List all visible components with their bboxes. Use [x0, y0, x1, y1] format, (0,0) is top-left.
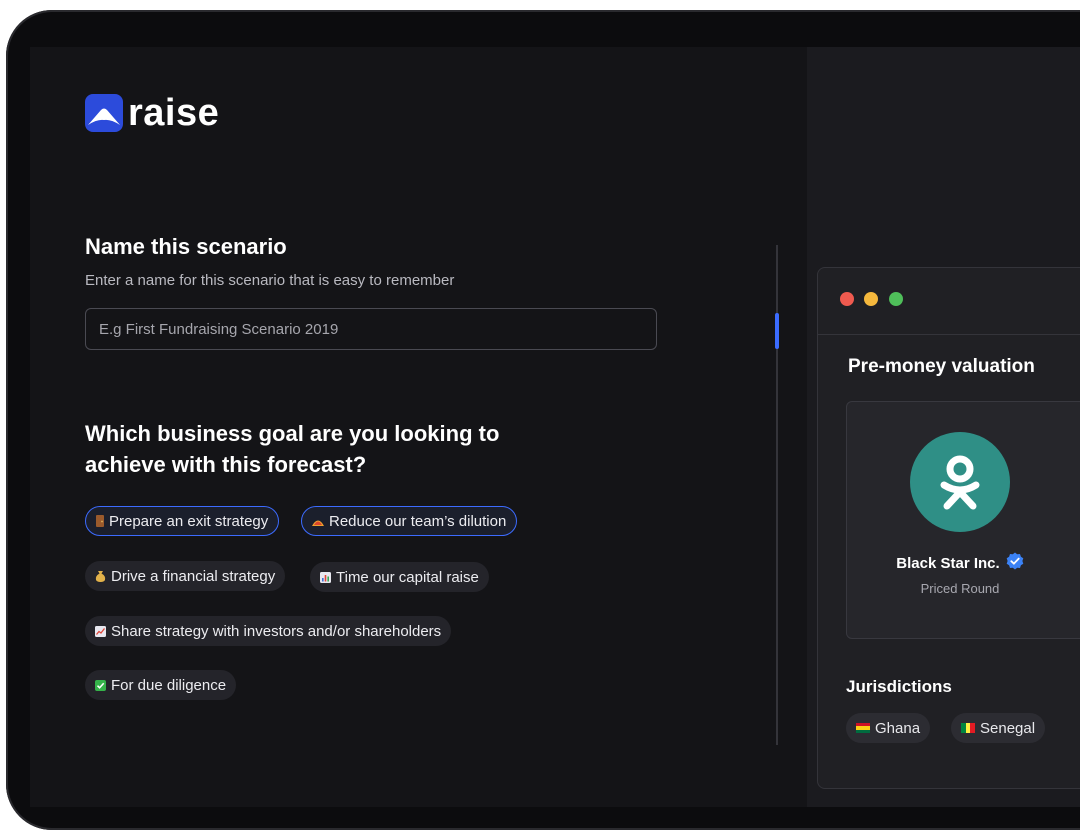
- goal-option-exit-strategy[interactable]: Prepare an exit strategy: [85, 506, 280, 536]
- preview-title: Pre-money valuation: [848, 356, 1035, 377]
- goal-option-reduce-dilution[interactable]: Reduce our team’s dilution: [301, 506, 518, 536]
- chart-increasing-icon: [95, 625, 106, 637]
- senegal-flag-icon: [961, 723, 976, 733]
- door-icon: [96, 515, 104, 527]
- goals-title: Which business goal are you looking to a…: [85, 421, 500, 477]
- goal-option-label: Drive a financial strategy: [111, 567, 276, 585]
- company-name: Black Star Inc.: [847, 552, 1073, 574]
- goal-option-label: Share strategy with investors and/or sha…: [111, 622, 442, 640]
- jurisdiction-tag-ghana[interactable]: Ghana: [846, 713, 931, 743]
- form-scrollbar-thumb[interactable]: [775, 313, 779, 349]
- scenario-name-input[interactable]: E.g First Fundraising Scenario 2019: [85, 308, 657, 350]
- form-pane: raise Name this scenario Enter a name fo…: [30, 47, 807, 807]
- company-card: Black Star Inc. Priced Round: [846, 401, 1080, 639]
- raise-logo-icon: [85, 94, 123, 132]
- scenario-subtitle: Enter a name for this scenario that is e…: [85, 272, 455, 289]
- bar-chart-icon: [320, 571, 331, 583]
- check-mark-icon: [95, 679, 106, 691]
- raise-logo: raise: [85, 94, 219, 132]
- minimize-window-icon[interactable]: [864, 292, 878, 306]
- verified-badge-icon: [1006, 552, 1024, 574]
- goal-option-label: Prepare an exit strategy: [109, 512, 269, 530]
- goal-option-label: For due diligence: [111, 676, 227, 694]
- taco-icon: [312, 517, 324, 526]
- jurisdictions-title: Jurisdictions: [846, 677, 952, 696]
- window-titlebar: [818, 268, 1080, 335]
- brand-name: raise: [128, 92, 220, 134]
- company-name-label: Black Star Inc.: [896, 554, 1000, 572]
- ghana-flag-icon: [856, 723, 870, 733]
- maximize-window-icon[interactable]: [889, 292, 903, 306]
- goal-option-share-strategy[interactable]: Share strategy with investors and/or sha…: [85, 616, 452, 646]
- goal-option-financial-strategy[interactable]: Drive a financial strategy: [85, 561, 286, 591]
- jurisdiction-label: Senegal: [980, 719, 1036, 737]
- goal-option-capital-raise[interactable]: Time our capital raise: [310, 562, 489, 592]
- odnoklassniki-icon: [910, 432, 1010, 532]
- scenario-title: Name this scenario: [85, 234, 287, 259]
- company-round-type: Priced Round: [920, 581, 1000, 596]
- jurisdiction-tag-senegal[interactable]: Senegal: [951, 713, 1046, 743]
- close-window-icon[interactable]: [840, 292, 854, 306]
- goal-option-label: Reduce our team’s dilution: [329, 512, 507, 530]
- money-bag-icon: [95, 570, 106, 582]
- preview-window: Pre-money valuation Black Star Inc. Pric…: [817, 267, 1080, 789]
- goal-option-label: Time our capital raise: [336, 568, 479, 586]
- jurisdiction-label: Ghana: [875, 719, 921, 737]
- goal-option-due-diligence[interactable]: For due diligence: [85, 670, 237, 700]
